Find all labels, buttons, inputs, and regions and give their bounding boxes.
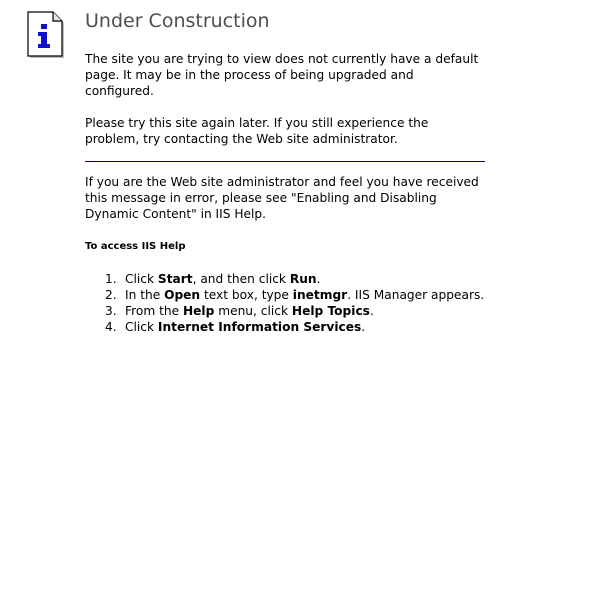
step-text: text box, type: [200, 288, 293, 302]
step-text: From the: [125, 304, 183, 318]
step-keyword: Start: [157, 272, 193, 286]
step-keyword: Run: [289, 272, 317, 286]
admin-note: If you are the Web site administrator an…: [85, 175, 479, 221]
step-text: Click: [125, 272, 158, 286]
intro-paragraph-2: Please try this site again later. If you…: [85, 116, 429, 146]
help-steps-list: 1. Click Start, and then click Run. 2. In …: [85, 271, 485, 335]
step-text: .: [369, 304, 374, 318]
step-text: . IIS Manager appears.: [347, 288, 485, 302]
help-heading: To access IIS Help: [85, 241, 186, 252]
list-item: 4. Click Internet Information Services.: [85, 319, 485, 335]
step-keyword: Internet Information Services: [157, 320, 362, 334]
step-text: Click: [125, 320, 158, 334]
page-title: Under Construction: [85, 10, 270, 32]
divider: [85, 161, 485, 162]
step-number: 4.: [105, 320, 117, 334]
page: Under Construction The site you are tryi…: [0, 0, 600, 600]
step-number: 2.: [105, 288, 117, 302]
intro-paragraph-1: The site you are trying to view does not…: [85, 52, 479, 98]
info-icon: [27, 11, 64, 58]
step-keyword: Open: [164, 288, 201, 302]
step-text: .: [316, 272, 321, 286]
step-keyword: Help: [182, 304, 215, 318]
step-keyword: Help Topics: [291, 304, 370, 318]
list-item: 2. In the Open text box, type inetmgr. II…: [85, 287, 485, 303]
list-item: 3. From the Help menu, click Help Topics.: [85, 303, 485, 319]
step-keyword: inetmgr: [292, 288, 348, 302]
step-text: , and then click: [192, 272, 290, 286]
step-text: menu, click: [214, 304, 292, 318]
main-content: Under Construction The site you are tryi…: [85, 8, 485, 335]
list-item: 1. Click Start, and then click Run.: [85, 271, 485, 287]
step-number: 3.: [105, 304, 117, 318]
step-text: .: [361, 320, 366, 334]
step-number: 1.: [105, 272, 117, 286]
step-text: In the: [125, 288, 165, 302]
